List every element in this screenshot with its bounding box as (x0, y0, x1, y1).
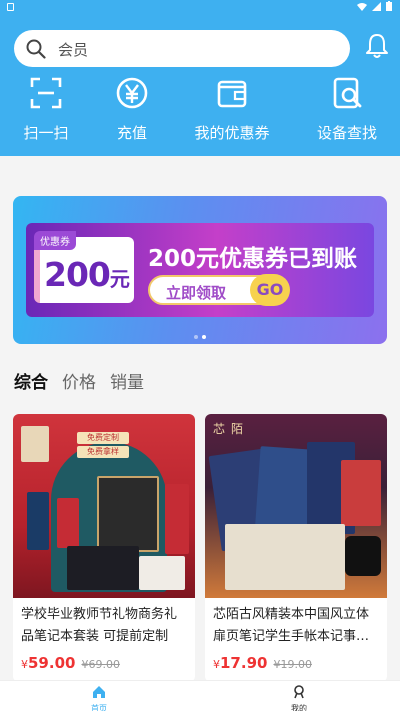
quick-actions: 扫一扫 充值 我的优惠券 设备查找 (0, 76, 400, 150)
sim-icon (7, 3, 14, 11)
wallet-icon (217, 80, 247, 108)
coupon-tag: 优惠券 (34, 231, 76, 250)
carousel-dot-active (202, 335, 206, 339)
carousel-indicator (194, 335, 206, 339)
battery-icon (386, 1, 392, 11)
system-icons (357, 1, 392, 11)
product-title: 芯陌古风精装本中国风立体扉页笔记学生手帐本记事… (213, 607, 370, 644)
tab-profile[interactable]: 我的 (279, 685, 319, 711)
bell-icon[interactable] (364, 32, 390, 60)
product-price: ¥59.00 ¥69.00 (21, 654, 120, 672)
brand-char: 芯 (213, 422, 232, 436)
product-card[interactable]: 芯陌 芯陌古风精装本中国风立体扉页笔记学生手帐本记事… ¥17.90 ¥19.00 (205, 414, 387, 682)
quick-coupons[interactable]: 我的优惠券 (192, 76, 272, 143)
box-shape (67, 546, 139, 590)
top-header: 会员 扫一扫 充值 我的优惠券 设备查找 (0, 14, 400, 156)
status-bar (0, 0, 400, 14)
promo-strip: 优惠券 200元 200元优惠券已到账 立即领取 GO (26, 223, 374, 317)
price-value: 59.00 (28, 654, 76, 672)
brand-char: 陌 (231, 422, 250, 436)
claim-label: 立即领取 (166, 284, 227, 302)
product-title: 学校毕业教师节礼物商务礼品笔记本套装 可提前定制 (21, 607, 178, 644)
brand-seal (21, 426, 49, 462)
yen-circle-icon (116, 77, 148, 109)
bottle-shape (27, 492, 49, 550)
tab-comprehensive[interactable]: 综合 (14, 368, 48, 393)
profile-icon (294, 685, 304, 699)
tab-home[interactable]: 首页 (79, 685, 119, 711)
device-search-icon (333, 77, 362, 109)
box-shape (139, 556, 185, 590)
box-shape (345, 536, 381, 576)
quick-label: 设备查找 (316, 124, 377, 142)
search-icon (26, 39, 46, 59)
page-shape (225, 524, 345, 590)
product-price: ¥17.90 ¥19.00 (213, 654, 312, 672)
product-image: 芯陌 (205, 414, 387, 598)
go-badge: GO (250, 274, 290, 306)
sort-tabs: 综合 价格 销量 (14, 368, 144, 393)
notebook-shape (341, 460, 381, 526)
tab-label: 我的 (291, 704, 307, 711)
notebook-shape (97, 476, 159, 552)
product-image: 免费定制 免费拿样 (13, 414, 195, 598)
tab-label: 首页 (91, 704, 107, 711)
scan-icon (30, 77, 62, 109)
box-shape (165, 484, 189, 554)
quick-find-device[interactable]: 设备查找 (314, 76, 380, 143)
tab-price[interactable]: 价格 (62, 368, 96, 393)
original-price: ¥69.00 (81, 658, 120, 671)
original-price: ¥19.00 (273, 658, 312, 671)
search-input[interactable]: 会员 (58, 39, 88, 60)
image-caption: 免费拿样 (77, 446, 129, 458)
bottom-tab-bar: 首页 我的 (0, 680, 400, 711)
product-card[interactable]: 免费定制 免费拿样 学校毕业教师节礼物商务礼品笔记本套装 可提前定制 ¥59.0… (13, 414, 195, 682)
claim-button[interactable]: 立即领取 GO (148, 274, 290, 306)
signal-icon (372, 1, 381, 11)
price-value: 17.90 (220, 654, 268, 672)
quick-scan[interactable]: 扫一扫 (20, 76, 72, 143)
coupon-value: 200 (44, 255, 111, 294)
quick-label: 充值 (116, 124, 147, 142)
price-symbol: ¥ (213, 658, 220, 671)
quick-label: 扫一扫 (23, 124, 69, 142)
quick-label: 我的优惠券 (194, 124, 270, 142)
coupon-unit: 元 (109, 267, 130, 291)
image-caption: 免费定制 (77, 432, 129, 444)
promo-banner[interactable]: 优惠券 200元 200元优惠券已到账 立即领取 GO (13, 196, 387, 344)
coupon-amount: 200元 (44, 255, 130, 294)
coupon-card: 优惠券 200元 (34, 231, 134, 303)
tab-sales[interactable]: 销量 (110, 368, 144, 393)
brand-mark: 芯陌 (213, 420, 249, 437)
promo-headline: 200元优惠券已到账 (148, 246, 358, 272)
bottle-shape (57, 498, 79, 548)
search-bar[interactable]: 会员 (14, 30, 350, 67)
main-content: 优惠券 200元 200元优惠券已到账 立即领取 GO 综合 价格 销量 免费定… (0, 156, 400, 682)
carousel-dot (194, 335, 198, 339)
wifi-icon (357, 2, 367, 11)
price-symbol: ¥ (21, 658, 28, 671)
quick-recharge[interactable]: 充值 (112, 76, 152, 143)
home-icon (93, 686, 105, 698)
